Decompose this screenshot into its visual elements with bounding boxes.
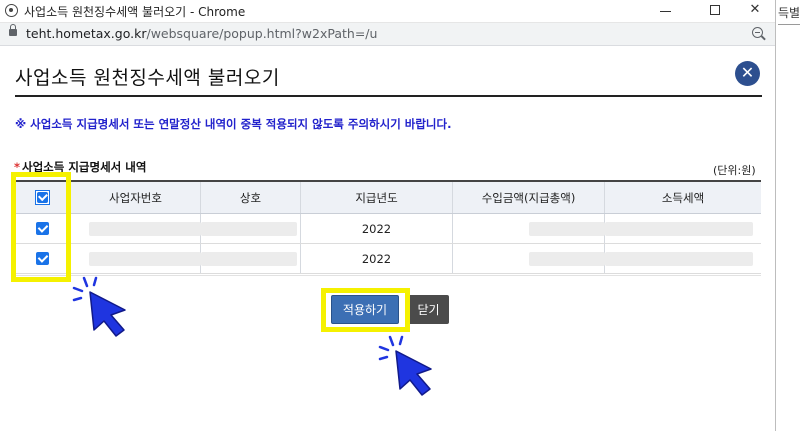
column-header-payment-year: 지급년도: [301, 182, 453, 213]
apply-button-highlight: [321, 288, 410, 332]
payment-year-cell: 2022: [301, 214, 453, 243]
payment-statement-table: 사업자번호 상호 지급년도 수입금액(지급총액) 소득세액 2022 2022: [15, 180, 761, 274]
title-bar: 사업소득 원천징수세액 불러오기 - Chrome ✕: [0, 0, 775, 23]
lock-icon: [9, 24, 17, 36]
redacted-value: [605, 222, 753, 236]
revenue-cell: [453, 214, 605, 243]
close-icon[interactable]: ✕: [735, 61, 760, 86]
income-tax-cell: [605, 214, 761, 243]
browser-icon: [5, 4, 18, 17]
popup-title: 사업소득 원천징수세액 불러오기: [15, 67, 280, 89]
redacted-value: [605, 252, 753, 266]
notice-text: ※ 사업소득 지급명세서 또는 연말정산 내역이 중복 적용되지 않도록 주의하…: [15, 117, 452, 131]
zoom-icon[interactable]: [752, 27, 763, 38]
redacted-value: [201, 222, 297, 236]
url-host: teht.hometax.go.kr: [26, 26, 147, 41]
income-tax-cell: [605, 244, 761, 273]
table-header: 사업자번호 상호 지급년도 수입금액(지급총액) 소득세액: [15, 182, 761, 214]
column-header-revenue: 수입금액(지급총액): [453, 182, 605, 213]
background-page-rule: [778, 24, 800, 25]
url-path: /websquare/popup.html?w2xPath=/u: [146, 26, 378, 41]
hand-pointer-icon: [72, 276, 126, 337]
business-number-cell: [71, 214, 201, 243]
minimize-button[interactable]: [645, 0, 685, 22]
chrome-popup-window: 사업소득 원천징수세액 불러오기 - Chrome ✕ teht.hometax…: [0, 0, 776, 431]
table-row: 2022: [15, 244, 761, 274]
redacted-value: [201, 252, 297, 266]
payment-year-cell: 2022: [301, 244, 453, 273]
company-name-cell: [201, 244, 301, 273]
redacted-value: [529, 252, 605, 266]
hand-pointer-icon: [378, 335, 432, 396]
url-text: teht.hometax.go.kr/websquare/popup.html?…: [26, 26, 377, 41]
window-close-button[interactable]: ✕: [735, 0, 775, 22]
redacted-value: [529, 222, 605, 236]
business-number-cell: [71, 244, 201, 273]
redacted-value: [89, 252, 201, 266]
revenue-cell: [453, 244, 605, 273]
maximize-icon: [710, 5, 720, 15]
minimize-icon: [660, 11, 671, 12]
window-title: 사업소득 원천징수세액 불러오기 - Chrome: [24, 5, 246, 19]
unit-label: (단위:원): [713, 164, 756, 177]
close-button[interactable]: 닫기: [408, 295, 449, 324]
title-divider: [15, 95, 762, 97]
background-page: [775, 0, 800, 431]
address-bar[interactable]: teht.hometax.go.kr/websquare/popup.html?…: [0, 23, 775, 46]
column-header-business-number: 사업자번호: [71, 182, 201, 213]
column-header-company-name: 상호: [201, 182, 301, 213]
maximize-button[interactable]: [695, 0, 735, 22]
redacted-value: [89, 222, 201, 236]
checkbox-column-highlight: [11, 172, 71, 282]
table-row: 2022: [15, 214, 761, 244]
background-page-text: 득별서: [778, 6, 800, 20]
column-header-income-tax: 소득세액: [661, 190, 705, 205]
company-name-cell: [201, 214, 301, 243]
